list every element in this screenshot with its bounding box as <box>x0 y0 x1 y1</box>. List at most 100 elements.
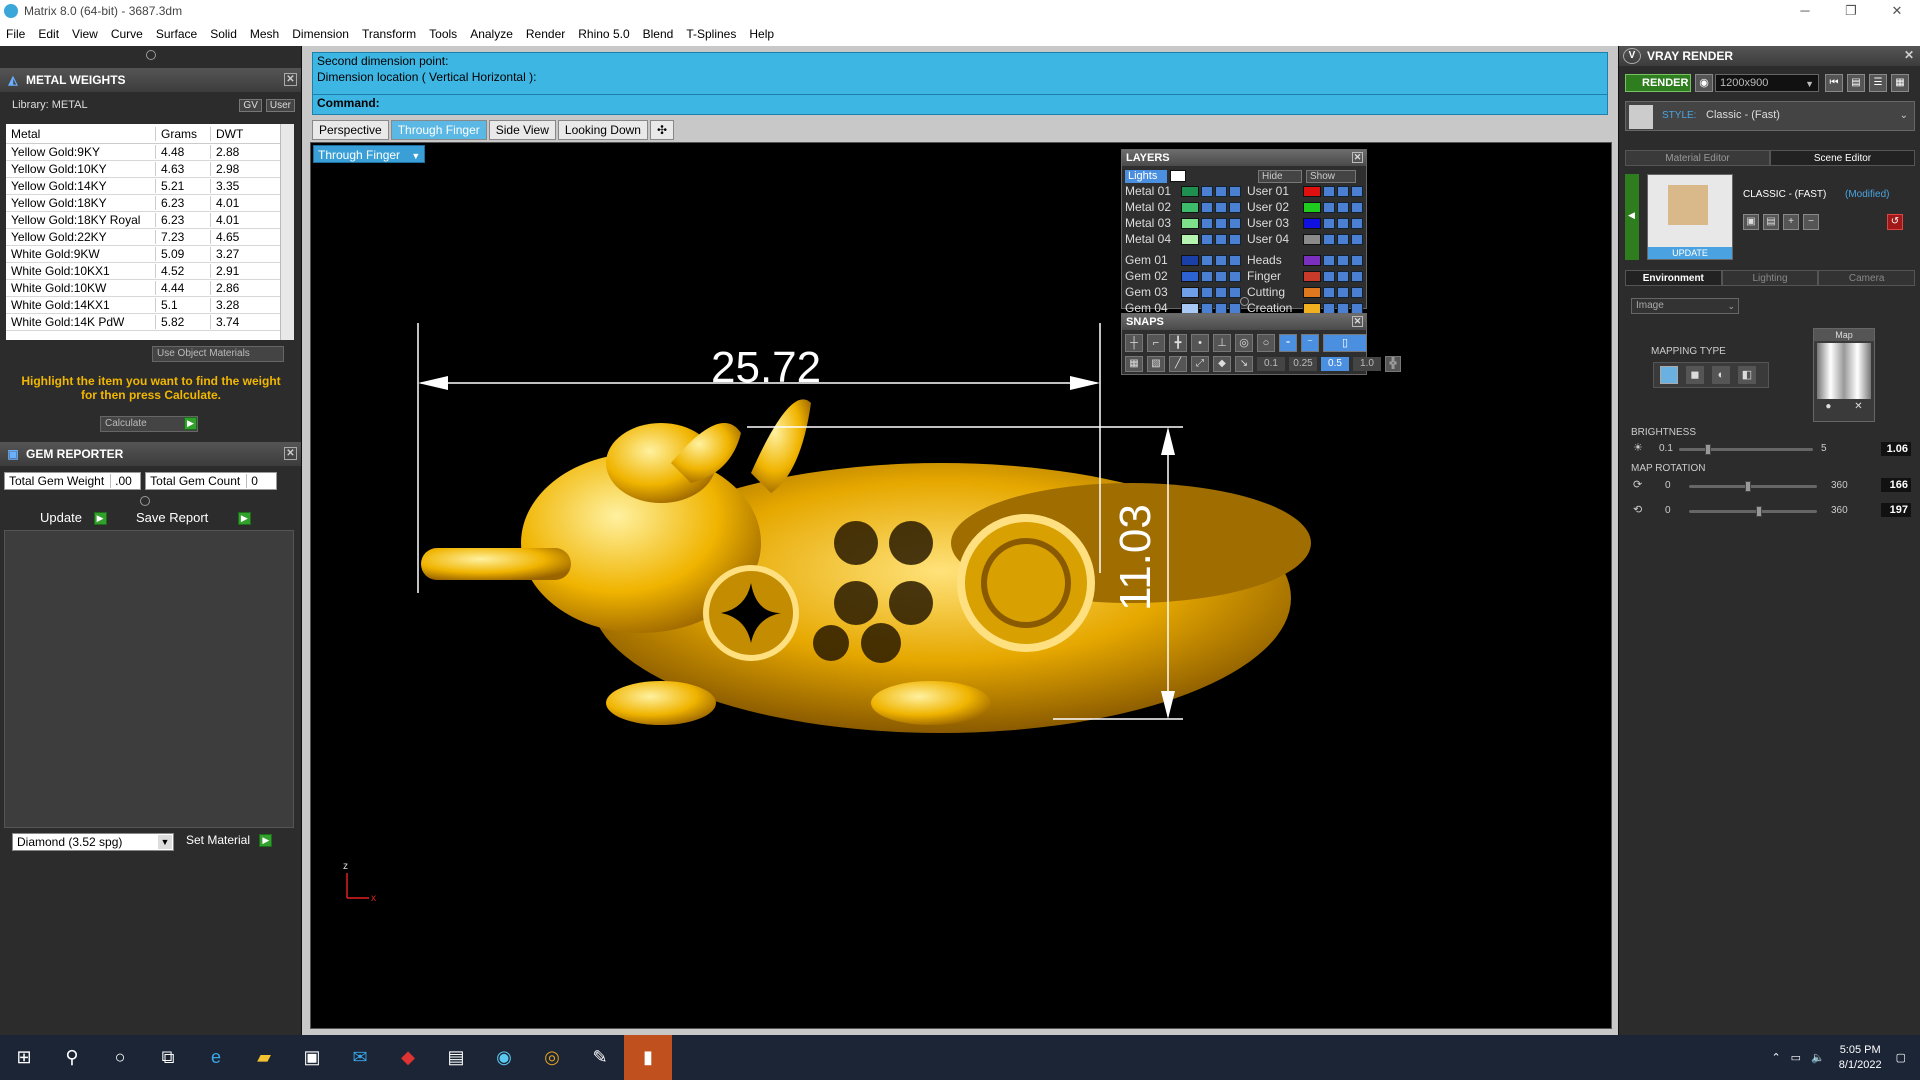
select-icon[interactable] <box>1229 233 1241 245</box>
material-select[interactable]: Diamond (3.52 spg) ▼ <box>12 833 174 851</box>
list-icon[interactable]: ☰ <box>1869 74 1887 92</box>
visibility-icon[interactable] <box>1215 254 1227 266</box>
snap-end-icon[interactable]: ⌐ <box>1147 334 1165 352</box>
cortana-icon[interactable]: ○ <box>96 1035 144 1080</box>
mapping-planar-icon[interactable] <box>1660 366 1678 384</box>
close-icon[interactable]: ✕ <box>284 73 297 86</box>
clock[interactable]: 5:05 PM 8/1/2022 <box>1839 1043 1882 1073</box>
layer-row[interactable]: Metal 04 <box>1125 232 1241 246</box>
rotation-2-value[interactable]: 197 <box>1881 503 1911 517</box>
layer-row[interactable]: User 04 <box>1247 232 1363 246</box>
collapse-icon[interactable] <box>145 50 156 60</box>
command-prompt[interactable]: Command: <box>313 94 1607 110</box>
layers-expand-icon[interactable] <box>1240 297 1249 306</box>
tab-through-finger[interactable]: Through Finger <box>390 120 487 140</box>
select-icon[interactable] <box>1351 233 1363 245</box>
menu-blend[interactable]: Blend <box>643 27 674 41</box>
snap-point-icon[interactable]: • <box>1191 334 1209 352</box>
layer-row[interactable]: Gem 03 <box>1125 285 1241 299</box>
app-blue-icon[interactable]: ◉ <box>480 1035 528 1080</box>
show-button[interactable]: Show <box>1306 170 1356 183</box>
notifications-icon[interactable]: ▢ <box>1896 1051 1906 1064</box>
lock-icon[interactable] <box>1201 233 1213 245</box>
lock-icon[interactable] <box>1201 302 1213 314</box>
layer-color-swatch[interactable] <box>1181 254 1199 266</box>
lock-icon[interactable] <box>1201 217 1213 229</box>
snap-grid-icon[interactable]: ┼ <box>1125 334 1143 352</box>
close-icon[interactable]: ✕ <box>1904 48 1914 62</box>
menu-surface[interactable]: Surface <box>156 27 197 41</box>
app-paint-icon[interactable]: ✎ <box>576 1035 624 1080</box>
layer-color-swatch[interactable] <box>1181 217 1199 229</box>
menu-file[interactable]: File <box>6 27 25 41</box>
collapse-scene-button[interactable]: ◀ <box>1625 174 1639 260</box>
visibility-icon[interactable] <box>1337 233 1349 245</box>
menu-dimension[interactable]: Dimension <box>292 27 349 41</box>
network-icon[interactable]: ▭ <box>1791 1051 1801 1064</box>
grid-icon[interactable]: ▦ <box>1891 74 1909 92</box>
frame-buffer-icon[interactable]: ▤ <box>1847 74 1865 92</box>
set-material-button[interactable]: Set Material ▶ <box>186 833 273 848</box>
layer-color-swatch[interactable] <box>1303 254 1321 266</box>
layer-row[interactable]: User 02 <box>1247 200 1363 214</box>
menu-mesh[interactable]: Mesh <box>250 27 279 41</box>
layer-color-swatch[interactable] <box>1303 286 1321 298</box>
rotation-1-knob[interactable] <box>1745 481 1751 492</box>
add-scene-icon[interactable]: + <box>1783 214 1799 230</box>
rotation-2-slider[interactable] <box>1689 506 1817 517</box>
brightness-slider[interactable] <box>1679 444 1813 455</box>
lock-icon[interactable] <box>1323 185 1335 197</box>
layer-row[interactable]: Finger <box>1247 269 1363 283</box>
map-remove-icon[interactable]: ✕ <box>1854 401 1862 412</box>
visibility-icon[interactable] <box>1215 233 1227 245</box>
tray-chevron-icon[interactable]: ⌃ <box>1771 1051 1780 1064</box>
select-icon[interactable] <box>1229 254 1241 266</box>
snap-tan-icon[interactable]: ⁃ <box>1279 334 1297 352</box>
snap-near-icon[interactable]: ╋ <box>1169 334 1187 352</box>
select-icon[interactable] <box>1351 185 1363 197</box>
tab-perspective[interactable]: Perspective <box>312 120 389 140</box>
menu-edit[interactable]: Edit <box>38 27 59 41</box>
minimize-icon[interactable]: ─ <box>1782 0 1828 22</box>
layer-row[interactable]: Gem 02 <box>1125 269 1241 283</box>
menu-transform[interactable]: Transform <box>362 27 416 41</box>
map-thumbnail[interactable]: Map ● ✕ <box>1813 328 1875 422</box>
reset-scene-icon[interactable]: ↺ <box>1887 214 1903 230</box>
menu-tsplines[interactable]: T-Splines <box>686 27 736 41</box>
menu-help[interactable]: Help <box>749 27 774 41</box>
calculate-button[interactable]: Calculate ▶ <box>100 416 198 432</box>
brightness-value[interactable]: 1.06 <box>1881 442 1911 456</box>
rotation-1-value[interactable]: 166 <box>1881 478 1911 492</box>
visibility-icon[interactable] <box>1337 201 1349 213</box>
select-icon[interactable] <box>1351 270 1363 282</box>
layer-color-swatch[interactable] <box>1303 270 1321 282</box>
snap-line-icon[interactable]: ╱ <box>1169 356 1187 372</box>
previous-icon[interactable]: ⏮ <box>1825 74 1843 92</box>
select-icon[interactable] <box>1229 286 1241 298</box>
select-icon[interactable] <box>1351 217 1363 229</box>
restore-icon[interactable]: ❐ <box>1828 0 1874 22</box>
save-report-button[interactable]: Save Report ▶ <box>136 510 251 526</box>
style-selector[interactable]: STYLE: Classic - (Fast) ⌄ <box>1625 101 1915 131</box>
layer-color-swatch[interactable] <box>1181 233 1199 245</box>
table-row[interactable]: White Gold:9KW 5.09 3.27 <box>6 246 294 263</box>
lock-icon[interactable] <box>1323 270 1335 282</box>
tab-material-editor[interactable]: Material Editor <box>1625 150 1770 166</box>
volume-icon[interactable]: 🔈 <box>1811 1051 1825 1064</box>
save-scene-icon[interactable]: ▣ <box>1743 214 1759 230</box>
camera-icon[interactable]: ◉ <box>1695 74 1713 92</box>
select-icon[interactable] <box>1229 201 1241 213</box>
visibility-icon[interactable] <box>1337 254 1349 266</box>
tab-scene-editor[interactable]: Scene Editor <box>1770 150 1915 166</box>
tab-lighting[interactable]: Lighting <box>1721 270 1819 286</box>
mapping-cubic-icon[interactable]: ◼ <box>1686 366 1704 384</box>
resolution-select[interactable]: 1200x900 ▼ <box>1715 74 1819 92</box>
mapping-screen-icon[interactable]: ◧ <box>1738 366 1756 384</box>
table-row[interactable]: White Gold:10KW 4.44 2.86 <box>6 280 294 297</box>
visibility-icon[interactable] <box>1337 217 1349 229</box>
snap-project-icon[interactable]: ⤢ <box>1191 356 1209 372</box>
snap-surface-icon[interactable]: ▧ <box>1147 356 1165 372</box>
visibility-icon[interactable] <box>1215 286 1227 298</box>
windows-start-icon[interactable]: ⊞ <box>0 1035 48 1080</box>
menu-analyze[interactable]: Analyze <box>470 27 513 41</box>
